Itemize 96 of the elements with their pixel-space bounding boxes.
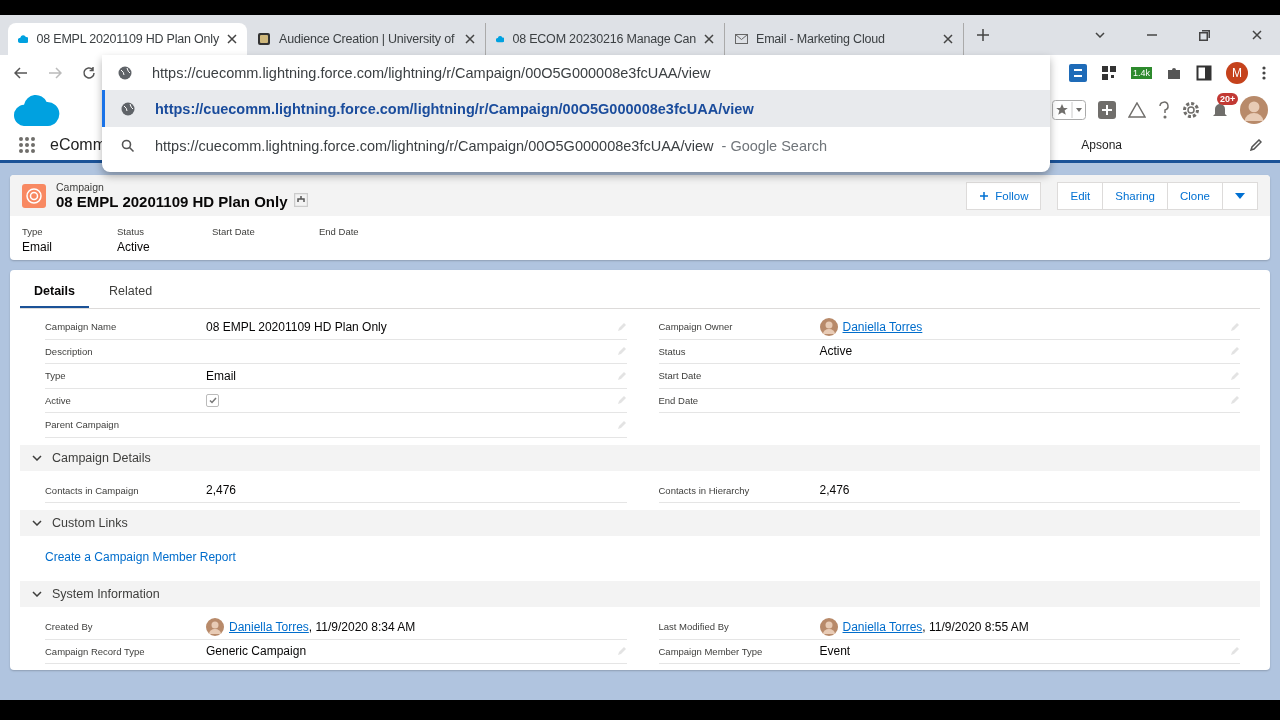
check-icon [208, 396, 217, 404]
avatar-icon [819, 317, 838, 336]
field-value: Event [819, 644, 851, 659]
field-value: 2,476 [819, 483, 850, 498]
globe-icon [118, 65, 132, 80]
field-label: Campaign Name [45, 321, 118, 333]
user-link[interactable]: Daniella Torres [842, 319, 923, 334]
field-label: End Date [658, 394, 700, 406]
new-tab-icon[interactable] [976, 28, 990, 42]
checkbox[interactable] [206, 393, 219, 407]
browser-tab[interactable]: 08 EMPL 20201109 HD Plan Only [8, 23, 247, 55]
chevron-down-icon[interactable] [32, 520, 42, 526]
field-value: Active [819, 344, 853, 359]
address-field[interactable]: https://cuecomm.lightning.force.com/lightning/r/Campaign/00O5G000008e3fcUAA/view [152, 64, 711, 81]
notification-badge: 20+ [1217, 93, 1239, 105]
menu-icon[interactable] [1262, 65, 1266, 80]
close-icon[interactable] [943, 34, 953, 44]
action-button[interactable]: Clone [1166, 181, 1222, 210]
report-link[interactable]: Create a Campaign Member Report [45, 550, 236, 564]
field-value: Generic Campaign [206, 644, 307, 659]
field-label: End Date [319, 226, 360, 237]
side-panel-icon[interactable] [1196, 64, 1212, 81]
field-label: Description [45, 345, 94, 357]
extension-badge[interactable]: 1.4k [1131, 66, 1152, 79]
favorites-button[interactable] [1052, 100, 1086, 120]
field-label: Start Date [658, 370, 703, 382]
object-label: Campaign [56, 181, 105, 193]
restore-icon[interactable] [1199, 29, 1210, 41]
chevron-down-icon[interactable] [32, 591, 42, 597]
nav-tab[interactable]: Apsona [1081, 138, 1122, 152]
back-icon[interactable] [14, 66, 28, 79]
record-title: 08 EMPL 20201109 HD Plan Only [56, 193, 288, 210]
field-label: Campaign Owner [658, 321, 734, 333]
profile-button[interactable]: M [1226, 61, 1248, 84]
action-button[interactable]: Edit [1057, 181, 1103, 210]
field-value: Email [22, 240, 53, 254]
app-launcher-icon[interactable] [18, 136, 36, 154]
close-icon[interactable] [227, 34, 237, 44]
edit-icon[interactable] [1250, 139, 1262, 151]
avatar-icon [206, 617, 224, 636]
user-link[interactable]: Daniella Torres [229, 619, 309, 634]
field-label: Last Modified By [658, 621, 730, 633]
close-icon[interactable] [465, 34, 475, 44]
avatar-icon [819, 617, 838, 636]
cloud-icon [18, 33, 29, 45]
field-label: Active [45, 394, 72, 406]
campaign-icon [22, 183, 46, 208]
chevron-down-icon[interactable] [1095, 32, 1105, 38]
plus-icon[interactable] [979, 190, 990, 201]
shield-icon [257, 32, 271, 46]
field-label: Status [117, 226, 145, 237]
hierarchy-icon[interactable] [293, 193, 308, 207]
action-button[interactable]: Sharing [1102, 181, 1167, 210]
more-actions-button[interactable] [1222, 181, 1258, 210]
qr-code-icon[interactable] [1101, 64, 1117, 81]
suggestion-item[interactable]: https://cuecomm.lightning.force.com/lightning/r/Campaign/00O5G000008e3fcUAA/view [102, 90, 1050, 127]
close-icon[interactable] [1252, 30, 1262, 40]
close-icon[interactable] [704, 34, 714, 44]
field-value: Active [117, 240, 151, 254]
cloud-icon [496, 33, 505, 45]
record-tab[interactable]: Details [20, 276, 89, 308]
field-label: Contacts in Hierarchy [658, 484, 751, 496]
field-label: Parent Campaign [45, 419, 120, 431]
cloud-logo[interactable] [12, 94, 60, 126]
field-label: Type [22, 226, 44, 237]
field-label: Created By [45, 621, 94, 633]
field-label: Type [45, 370, 67, 382]
field-label: Status [658, 345, 687, 357]
settings-icon[interactable] [1182, 101, 1200, 119]
field-label: Contacts in Campaign [45, 484, 140, 496]
reload-icon[interactable] [82, 65, 96, 80]
help-icon[interactable] [1158, 101, 1170, 119]
section-header[interactable]: Custom Links [20, 510, 1260, 536]
bell-icon[interactable] [1212, 102, 1228, 118]
globe-icon [121, 101, 135, 116]
field-label: Campaign Record Type [45, 645, 146, 657]
field-value: 08 EMPL 20201109 HD Plan Only [206, 319, 387, 334]
mail-icon [735, 34, 748, 44]
field-label: Start Date [212, 226, 256, 237]
follow-button[interactable]: Follow [966, 181, 1042, 210]
record-tab[interactable]: Related [95, 276, 167, 308]
section-header[interactable]: Campaign Details [20, 444, 1260, 471]
suggestion-item[interactable]: https://cuecomm.lightning.force.com/lightning/r/Campaign/00O5G000008e3fcUAA/view - Google Search [102, 127, 1050, 164]
extension-icon[interactable] [1069, 63, 1087, 82]
trailhead-icon[interactable] [1128, 102, 1146, 118]
caret-icon [1235, 192, 1245, 199]
avatar-icon [1240, 96, 1268, 124]
field-value: 2,476 [206, 483, 237, 498]
section-header[interactable]: System Information [20, 581, 1260, 607]
field-value: , 11/9/2020 8:55 AM [922, 619, 1029, 634]
field-value: , 11/9/2020 8:34 AM [308, 619, 416, 634]
add-icon[interactable] [1098, 101, 1116, 119]
field-label: Campaign Member Type [658, 645, 764, 657]
field-value: Email [206, 368, 236, 383]
chevron-down-icon[interactable] [32, 454, 42, 461]
search-icon [121, 138, 135, 153]
